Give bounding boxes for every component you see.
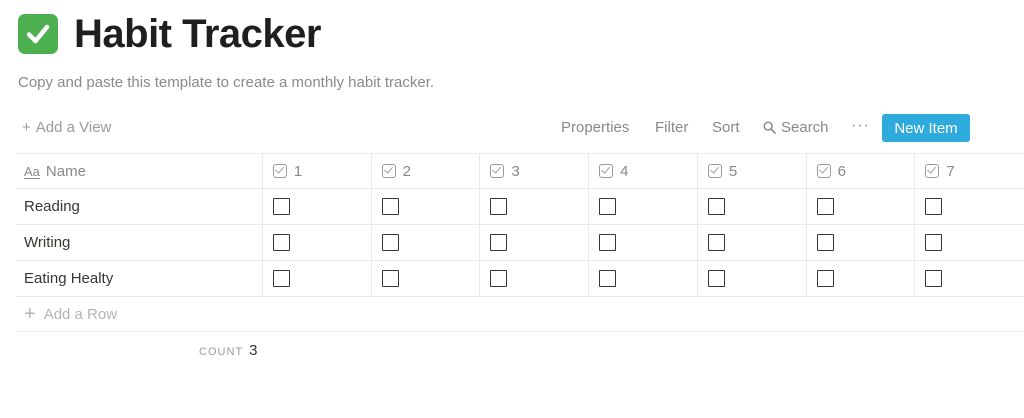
day-cell xyxy=(807,225,916,260)
habit-checkbox[interactable] xyxy=(490,198,508,215)
table-row: Reading xyxy=(16,189,1024,225)
filter-button[interactable]: Filter xyxy=(655,119,688,136)
column-header-day[interactable]: 7 xyxy=(915,154,1024,188)
habit-checkbox[interactable] xyxy=(707,198,725,215)
page-description[interactable]: Copy and paste this template to create a… xyxy=(18,74,434,91)
day-cell xyxy=(589,189,698,224)
row-name-cell[interactable]: Writing xyxy=(16,225,263,260)
column-header-day[interactable]: 2 xyxy=(372,154,481,188)
table-header-row: Aa Name 1 2 3 4 5 6 7 xyxy=(16,153,1024,189)
day-cell xyxy=(698,225,807,260)
habit-checkbox[interactable] xyxy=(381,198,399,215)
column-header-day[interactable]: 4 xyxy=(589,154,698,188)
column-header-label: Name xyxy=(45,162,86,180)
habit-checkbox[interactable] xyxy=(272,270,290,287)
plus-icon: + xyxy=(24,302,36,325)
day-cell xyxy=(372,261,481,296)
count-summary[interactable]: COUNT 3 xyxy=(199,342,257,359)
column-header-day[interactable]: 1 xyxy=(263,154,372,188)
sort-button[interactable]: Sort xyxy=(712,119,740,136)
add-view-label: Add a View xyxy=(35,119,112,136)
day-cell xyxy=(372,225,481,260)
habit-checkbox[interactable] xyxy=(925,234,943,251)
column-header-label: 3 xyxy=(511,162,520,180)
day-cell xyxy=(263,261,372,296)
day-cell xyxy=(589,225,698,260)
column-header-day[interactable]: 6 xyxy=(807,154,916,188)
habit-checkbox[interactable] xyxy=(925,270,943,287)
add-view-button[interactable]: + Add a View xyxy=(22,119,111,136)
habit-checkbox[interactable] xyxy=(816,234,834,251)
habit-checkbox[interactable] xyxy=(381,234,399,251)
column-header-label: 4 xyxy=(620,162,629,180)
day-cell xyxy=(372,189,481,224)
column-header-label: 2 xyxy=(402,162,411,180)
day-cell xyxy=(698,189,807,224)
habit-checkbox[interactable] xyxy=(272,234,290,251)
checkbox-property-icon xyxy=(925,164,940,178)
table-row: Eating Healty xyxy=(16,261,1024,297)
page: Habit Tracker Copy and paste this templa… xyxy=(0,0,1024,418)
column-header-day[interactable]: 5 xyxy=(698,154,807,188)
column-header-label: 1 xyxy=(293,162,303,180)
column-header-name[interactable]: Aa Name xyxy=(16,154,263,188)
habit-checkbox[interactable] xyxy=(707,270,725,287)
day-cell xyxy=(915,225,1024,260)
day-cell xyxy=(807,189,916,224)
new-item-button[interactable]: New Item xyxy=(882,114,970,142)
day-cell xyxy=(263,189,372,224)
row-name-cell[interactable]: Reading xyxy=(16,189,263,224)
checkbox-property-icon xyxy=(599,164,614,178)
count-value: 3 xyxy=(249,342,258,359)
text-property-icon: Aa xyxy=(24,163,40,179)
search-button[interactable]: Search xyxy=(763,119,829,136)
day-cell xyxy=(480,225,590,260)
habit-checkbox[interactable] xyxy=(816,270,834,287)
habit-table: Aa Name 1 2 3 4 5 6 7 Reading Writing Ea… xyxy=(16,153,1024,332)
checkbox-property-icon xyxy=(490,164,505,178)
plus-icon: + xyxy=(22,119,31,136)
add-row-button[interactable]: + Add a Row xyxy=(16,297,1024,332)
checkbox-property-icon xyxy=(816,164,831,178)
page-title[interactable]: Habit Tracker xyxy=(74,10,321,58)
properties-button[interactable]: Properties xyxy=(561,119,629,136)
day-cell xyxy=(263,225,372,260)
day-cell xyxy=(698,261,807,296)
search-label: Search xyxy=(781,119,829,136)
column-header-label: 6 xyxy=(837,162,846,180)
day-cell xyxy=(480,189,590,224)
add-row-label: Add a Row xyxy=(43,305,118,323)
habit-checkbox[interactable] xyxy=(925,198,943,215)
habit-checkbox[interactable] xyxy=(816,198,834,215)
database-toolbar: + Add a View Properties Filter Sort Sear… xyxy=(0,112,1024,144)
checkbox-property-icon xyxy=(707,164,722,178)
page-header: Habit Tracker xyxy=(18,10,321,58)
day-cell xyxy=(480,261,590,296)
habit-checkbox[interactable] xyxy=(490,234,508,251)
habit-checkbox[interactable] xyxy=(599,270,617,287)
check-mark-button-icon[interactable] xyxy=(18,14,58,54)
habit-checkbox[interactable] xyxy=(707,234,725,251)
day-cell xyxy=(807,261,916,296)
count-label: COUNT xyxy=(199,346,244,358)
habit-checkbox[interactable] xyxy=(381,270,399,287)
column-header-label: 7 xyxy=(946,162,955,180)
day-cell xyxy=(915,261,1024,296)
habit-checkbox[interactable] xyxy=(599,234,617,251)
checkbox-property-icon xyxy=(272,164,287,178)
habit-checkbox[interactable] xyxy=(272,198,290,215)
habit-checkbox[interactable] xyxy=(490,270,508,287)
row-name-cell[interactable]: Eating Healty xyxy=(16,261,263,296)
search-icon xyxy=(763,121,776,134)
column-header-day[interactable]: 3 xyxy=(480,154,590,188)
column-header-label: 5 xyxy=(728,162,738,180)
day-cell xyxy=(915,189,1024,224)
more-options-icon[interactable]: ··· xyxy=(851,117,870,135)
checkbox-property-icon xyxy=(381,164,396,178)
habit-checkbox[interactable] xyxy=(599,198,617,215)
table-row: Writing xyxy=(16,225,1024,261)
day-cell xyxy=(589,261,698,296)
